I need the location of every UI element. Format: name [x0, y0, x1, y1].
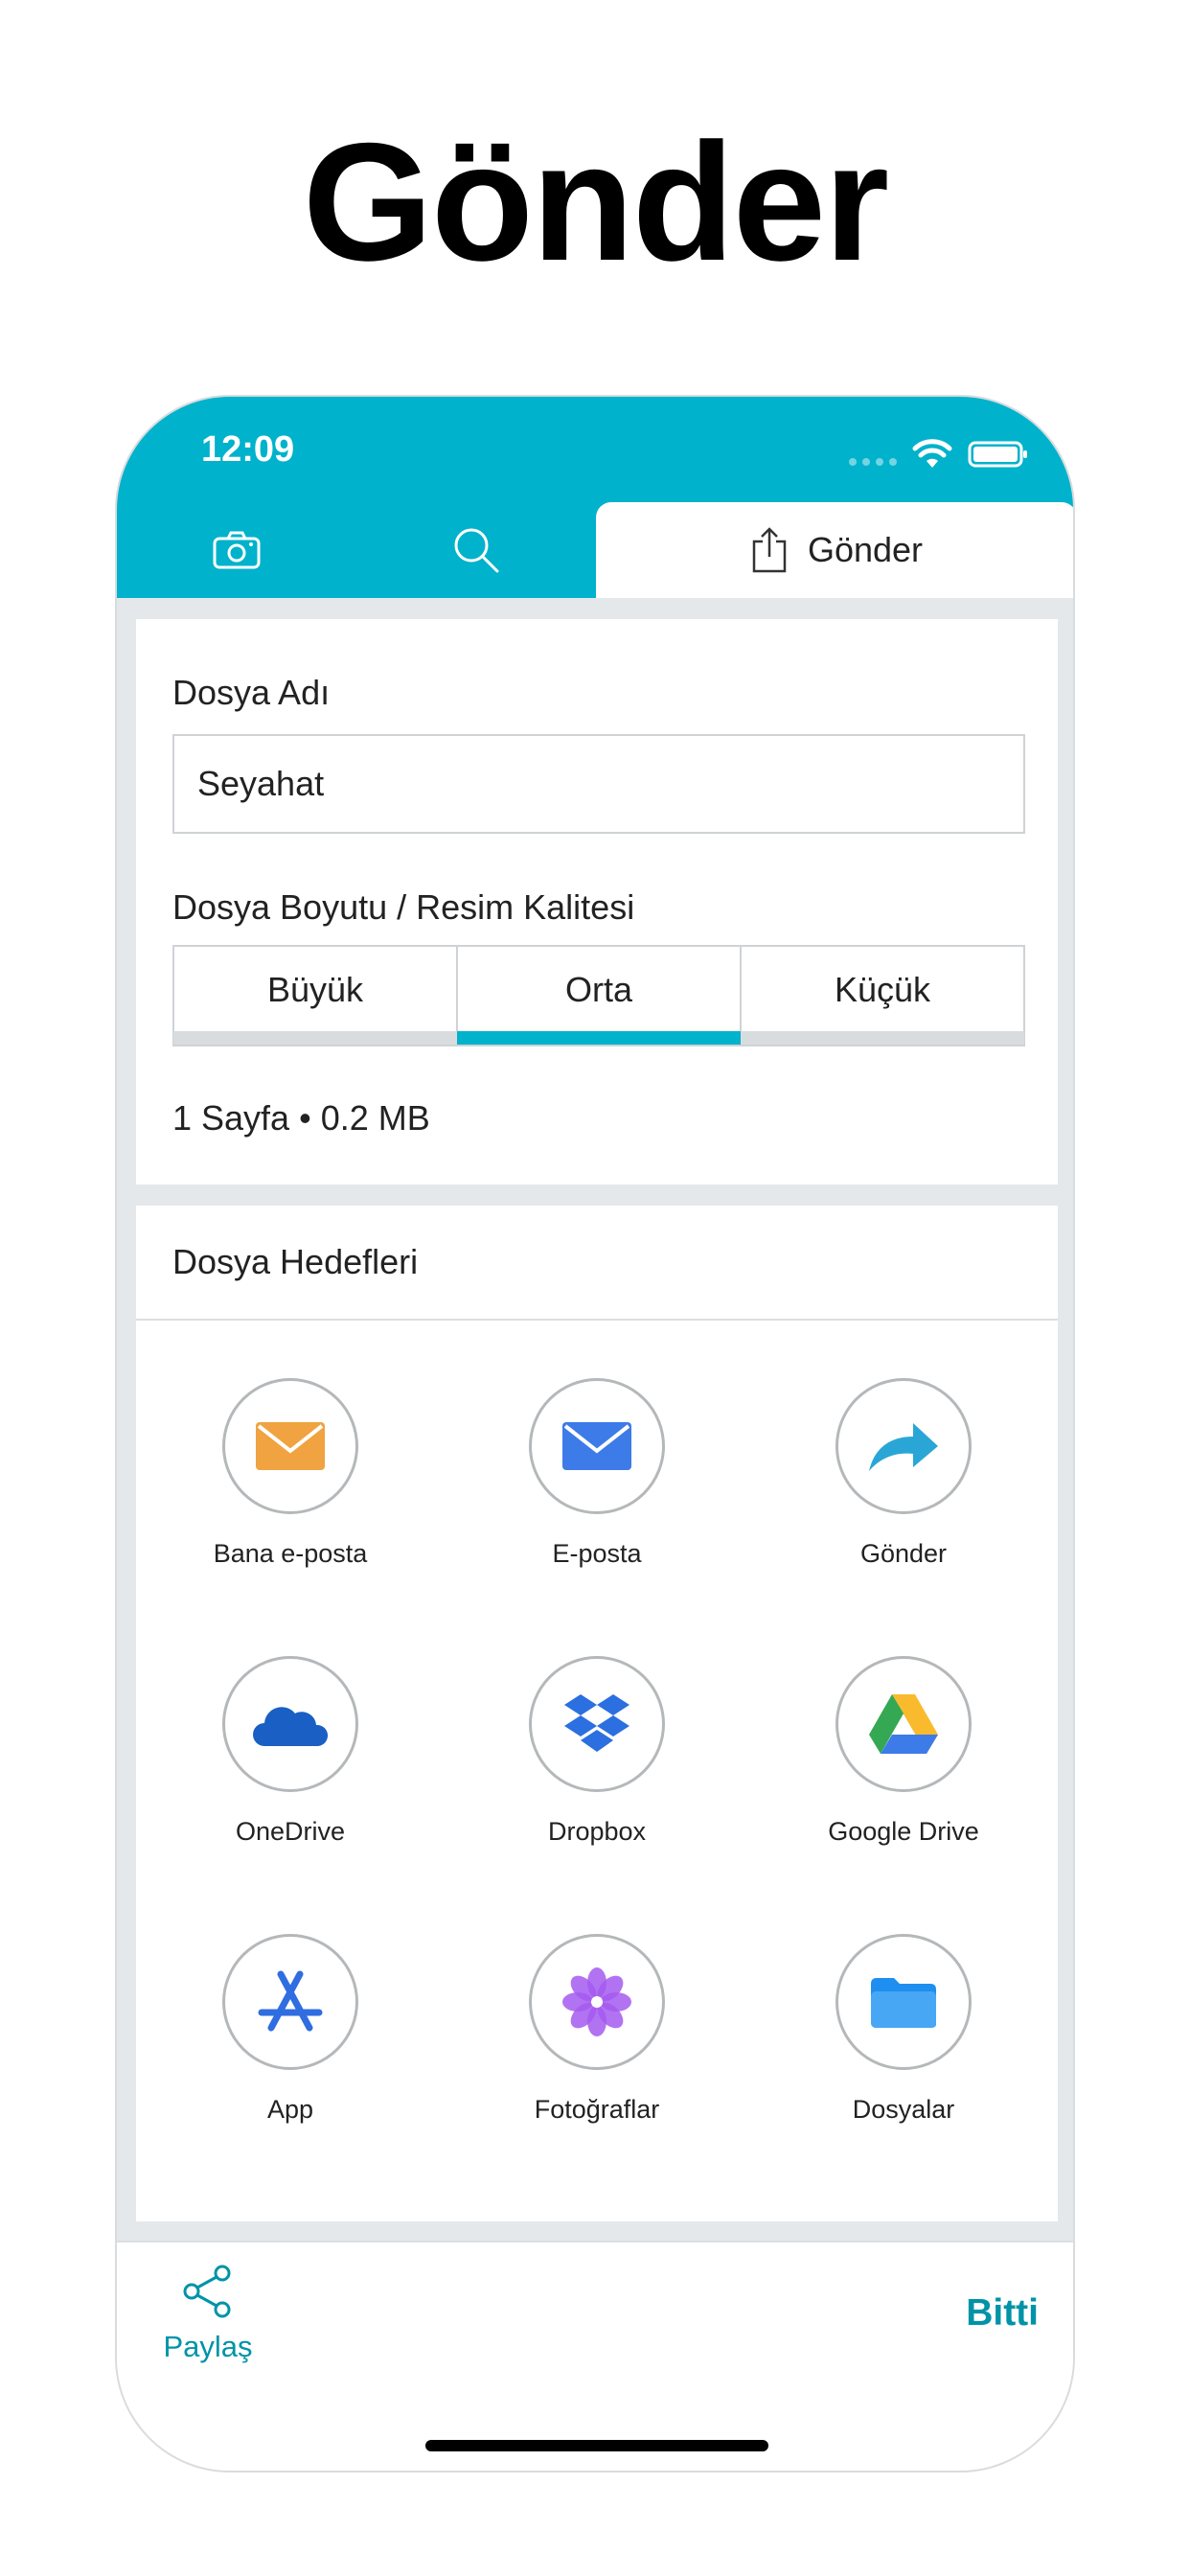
camera-icon: [213, 531, 261, 569]
destination-app[interactable]: App: [137, 1934, 444, 2125]
forward-arrow-icon: [869, 1423, 938, 1471]
wifi-icon: [912, 439, 952, 468]
app-store-icon: [258, 1970, 323, 2032]
google-drive-icon: [869, 1694, 938, 1754]
top-bar: 12:09 Gönder: [117, 397, 1073, 598]
phone-frame: 12:09 Gönder Dosya Adı Seyahat Dosya Boy…: [115, 395, 1075, 2472]
done-button[interactable]: Bitti: [966, 2292, 1039, 2334]
file-name-label: Dosya Adı: [172, 673, 331, 712]
destinations-card: Dosya Hedefleri Bana e-posta E-posta Gön…: [136, 1206, 1058, 2221]
tab-send-label: Gönder: [807, 530, 924, 569]
file-name-input[interactable]: Seyahat: [172, 734, 1025, 834]
share-button[interactable]: Paylaş: [155, 2264, 261, 2364]
mail-icon: [562, 1422, 631, 1470]
onedrive-icon: [253, 1707, 329, 1746]
quality-option-medium[interactable]: Orta: [457, 947, 742, 1045]
folder-icon: [871, 1978, 936, 2028]
destinations-header: Dosya Hedefleri: [136, 1206, 1058, 1321]
share-upload-icon: [752, 527, 787, 573]
photos-flower-icon: [562, 1967, 631, 2036]
destination-mail-me[interactable]: Bana e-posta: [137, 1378, 444, 1569]
share-label: Paylaş: [163, 2330, 253, 2363]
destination-dropbox[interactable]: Dropbox: [444, 1656, 750, 1847]
destination-files[interactable]: Dosyalar: [750, 1934, 1057, 2125]
tab-search[interactable]: [356, 502, 596, 598]
quality-option-large[interactable]: Büyük: [173, 947, 458, 1045]
quality-option-small[interactable]: Küçük: [741, 947, 1024, 1045]
destinations-title: Dosya Hedefleri: [172, 1242, 419, 1281]
dropbox-icon: [564, 1694, 629, 1752]
quality-segmented-control: Büyük Orta Küçük: [172, 945, 1025, 1046]
tab-send[interactable]: Gönder: [596, 502, 1073, 598]
quality-label: Dosya Boyutu / Resim Kalitesi: [172, 887, 635, 927]
destination-onedrive[interactable]: OneDrive: [137, 1656, 444, 1847]
search-icon: [454, 528, 499, 573]
battery-icon: [968, 441, 1027, 468]
destination-email[interactable]: E-posta: [444, 1378, 750, 1569]
status-time: 12:09: [201, 429, 295, 470]
mail-icon: [256, 1422, 325, 1470]
page-headline: Gönder: [302, 109, 889, 296]
status-icons: [849, 435, 1029, 473]
home-indicator: [425, 2440, 768, 2451]
file-settings-card: Dosya Adı Seyahat Dosya Boyutu / Resim K…: [136, 619, 1058, 1184]
destination-google-drive[interactable]: Google Drive: [750, 1656, 1057, 1847]
share-nodes-icon: [183, 2265, 231, 2318]
cellular-signal-icon: [849, 443, 897, 466]
bottom-toolbar: Paylaş Bitti: [117, 2241, 1073, 2471]
file-size-info: 1 Sayfa • 0.2 MB: [172, 1098, 430, 1138]
destination-photos[interactable]: Fotoğraflar: [444, 1934, 750, 2125]
tab-camera[interactable]: [117, 502, 356, 598]
destination-send[interactable]: Gönder: [750, 1378, 1057, 1569]
